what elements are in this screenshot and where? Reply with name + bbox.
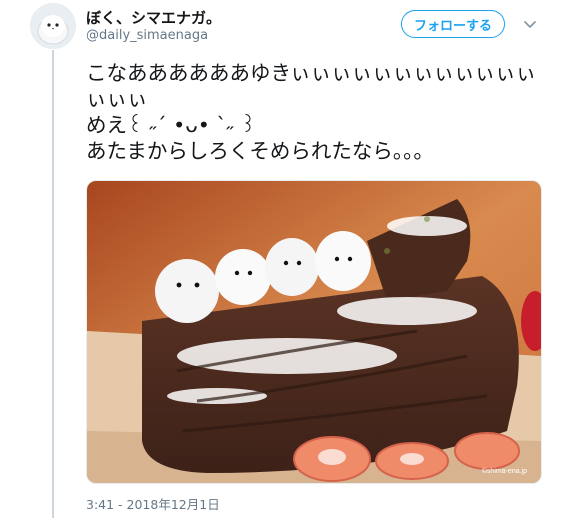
user-handle[interactable]: @daily_simaenaga [86, 28, 208, 43]
chevron-down-icon[interactable] [522, 16, 538, 32]
photo-watermark: ©shima-ena.jp [482, 467, 527, 475]
display-name[interactable]: ぼく、シマエナガ。 [86, 7, 221, 28]
follow-button[interactable]: フォローする [401, 10, 505, 38]
avatar[interactable] [31, 4, 75, 48]
thread-line [52, 50, 54, 518]
tweet-photo[interactable]: ©shima-ena.jp [86, 180, 542, 484]
long-tailed-tit-icon [31, 4, 75, 48]
tweet-timestamp[interactable]: 3:41 - 2018年12月1日 [86, 494, 220, 513]
cake-photo: ©shima-ena.jp [87, 181, 541, 483]
tweet-text: こなああああああゆきぃぃぃぃぃぃぃぃぃぃぃぃぃぃぃ めえ꒰ ˶´ •ᴗ• `˶ … [86, 61, 537, 163]
